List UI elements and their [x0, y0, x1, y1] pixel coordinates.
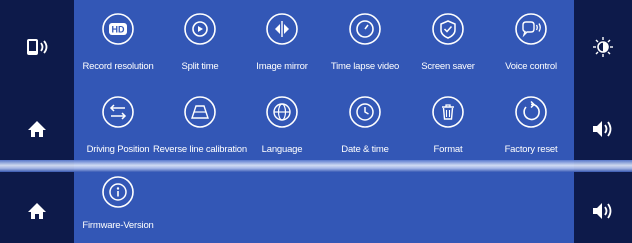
language-item[interactable]: Language — [240, 95, 324, 165]
menu-item-label: Screen saver — [421, 61, 475, 72]
menu-item-label: Firmware-Version — [82, 220, 154, 231]
menu-item-label: Factory reset — [504, 144, 558, 155]
factory-reset-icon — [515, 96, 547, 128]
menu-item-label: Time lapse video — [330, 61, 400, 72]
voice-control-icon — [515, 13, 547, 45]
factory-reset-item[interactable]: Factory reset — [489, 95, 573, 165]
time-lapse-item[interactable]: Time lapse video — [323, 12, 407, 82]
menu-item-label: Language — [261, 144, 303, 155]
image-mirror-item[interactable]: Image mirror — [240, 12, 324, 82]
hd-icon: HD — [102, 13, 134, 45]
firmware-info-icon — [102, 176, 134, 208]
date-time-item[interactable]: Date & time — [323, 95, 407, 165]
svg-text:HD: HD — [112, 25, 125, 35]
home-icon[interactable] — [15, 189, 59, 233]
brightness-icon[interactable] — [581, 25, 625, 69]
menu-item-label: Voice control — [505, 61, 557, 72]
image-mirror-icon — [266, 13, 298, 45]
reverse-line-calibration-item[interactable]: Reverse line calibration — [153, 95, 247, 165]
date-time-icon — [349, 96, 381, 128]
firmware-version-item[interactable]: Firmware-Version — [76, 175, 160, 243]
split-time-icon — [184, 13, 216, 45]
home-icon[interactable] — [15, 107, 59, 151]
split-time-item[interactable]: Split time — [158, 12, 242, 82]
language-icon — [266, 96, 298, 128]
right-side-bar — [574, 0, 632, 243]
menu-item-label: Format — [433, 144, 463, 155]
screen-saver-item[interactable]: Screen saver — [406, 12, 490, 82]
volume-icon[interactable] — [581, 189, 625, 233]
menu-item-label: Image mirror — [256, 61, 308, 72]
menu-item-label: Date & time — [341, 144, 389, 155]
time-lapse-icon — [349, 13, 381, 45]
left-side-bar — [0, 0, 74, 243]
screen-saver-icon — [432, 13, 464, 45]
volume-icon[interactable] — [581, 107, 625, 151]
reverse-line-icon — [184, 96, 216, 128]
driving-position-icon — [102, 96, 134, 128]
screen-divider — [0, 160, 632, 172]
format-item[interactable]: Format — [406, 95, 490, 165]
record-resolution-item[interactable]: HD Record resolution — [76, 12, 160, 82]
driving-position-item[interactable]: Driving Position — [76, 95, 160, 165]
phone-link-icon[interactable] — [15, 25, 59, 69]
format-icon — [432, 96, 464, 128]
voice-control-item[interactable]: Voice control — [489, 12, 573, 82]
